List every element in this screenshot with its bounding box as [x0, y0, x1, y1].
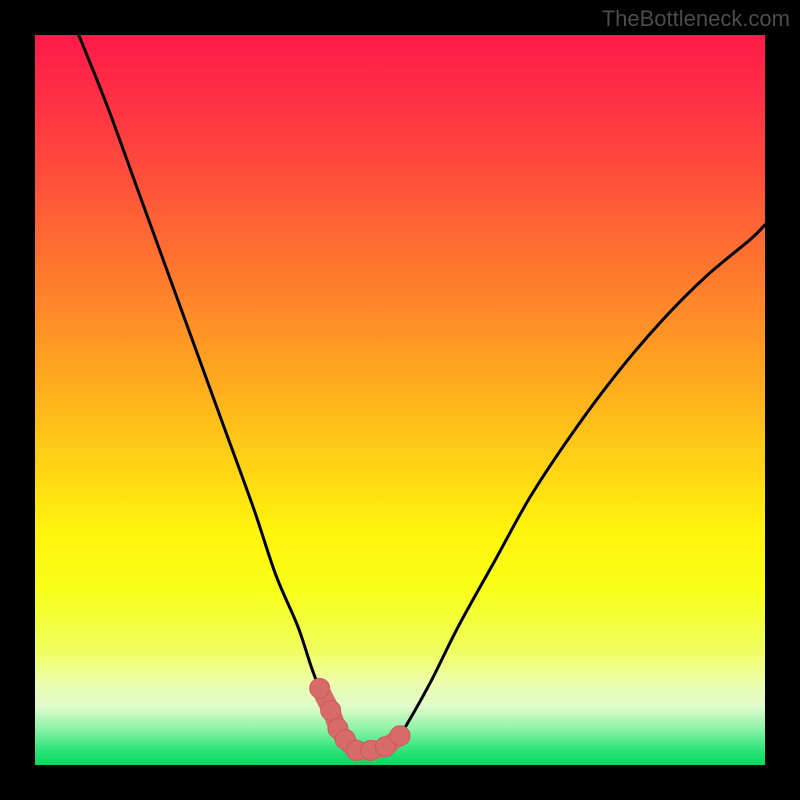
left-arm-curve: [79, 35, 353, 750]
right-arm-curve: [389, 225, 765, 751]
watermark-text: TheBottleneck.com: [602, 6, 790, 32]
curve-overlay: [35, 35, 765, 765]
valley-marker: [321, 700, 341, 720]
plot-area: [35, 35, 765, 765]
valley-marker: [390, 726, 410, 746]
outer-frame: TheBottleneck.com: [0, 0, 800, 800]
valley-marker: [310, 678, 330, 698]
